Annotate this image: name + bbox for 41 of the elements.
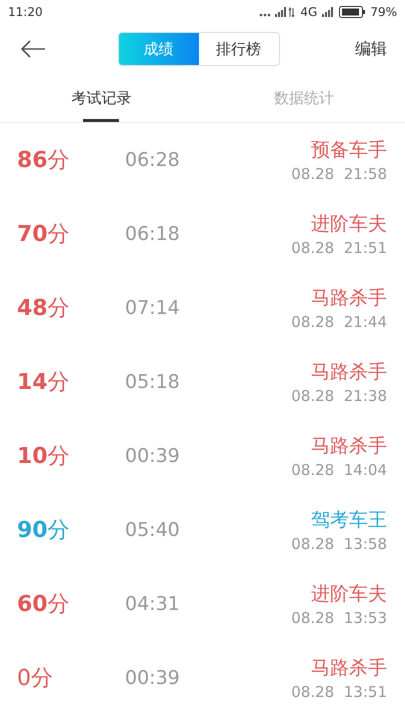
score: 90分: [17, 517, 71, 545]
tab[interactable]: 考试记录: [0, 74, 202, 122]
date-time: 08.28 13:53: [291, 609, 387, 627]
edit-button[interactable]: 编辑: [351, 38, 391, 60]
duration: 04:31: [125, 593, 181, 615]
rank-title: 马路杀手: [311, 656, 387, 681]
rank-title: 马路杀手: [311, 360, 387, 385]
duration: 05:18: [125, 371, 181, 393]
battery-level: 79%: [370, 5, 397, 19]
date-time: 08.28 21:51: [291, 239, 387, 257]
score: 14分: [17, 369, 71, 397]
rank-title: 马路杀手: [311, 434, 387, 459]
score: 70分: [17, 221, 71, 249]
date-time: 08.28 21:38: [291, 387, 387, 405]
rank-title: 进阶车夫: [311, 582, 387, 607]
duration: 00:39: [125, 667, 181, 689]
duration: 00:39: [125, 445, 181, 467]
duration: 07:14: [125, 297, 181, 319]
duration: 05:40: [125, 519, 181, 541]
battery-icon: [339, 6, 366, 18]
rank-title: 驾考车王: [311, 508, 387, 533]
clock: 11:20: [8, 5, 43, 19]
duration: 06:18: [125, 223, 181, 245]
date-time: 08.28 13:58: [291, 535, 387, 553]
date-time: 08.28 21:58: [291, 165, 387, 183]
signal-icon: [259, 7, 296, 17]
score: 48分: [17, 295, 71, 323]
date-time: 08.28 14:04: [291, 461, 387, 479]
rank-title: 预备车手: [311, 138, 387, 163]
score: 10分: [17, 443, 71, 471]
date-time: 08.28 13:51: [291, 683, 387, 701]
rank-title: 马路杀手: [311, 286, 387, 311]
signal-icon: [322, 7, 334, 17]
score: 0分: [17, 665, 54, 693]
network-label: 4G: [300, 5, 318, 19]
score: 86分: [17, 147, 71, 175]
score: 60分: [17, 591, 71, 619]
duration: 06:28: [125, 149, 181, 171]
rank-title: 进阶车夫: [311, 212, 387, 237]
back-icon[interactable]: [20, 40, 46, 58]
date-time: 08.28 21:44: [291, 313, 387, 331]
